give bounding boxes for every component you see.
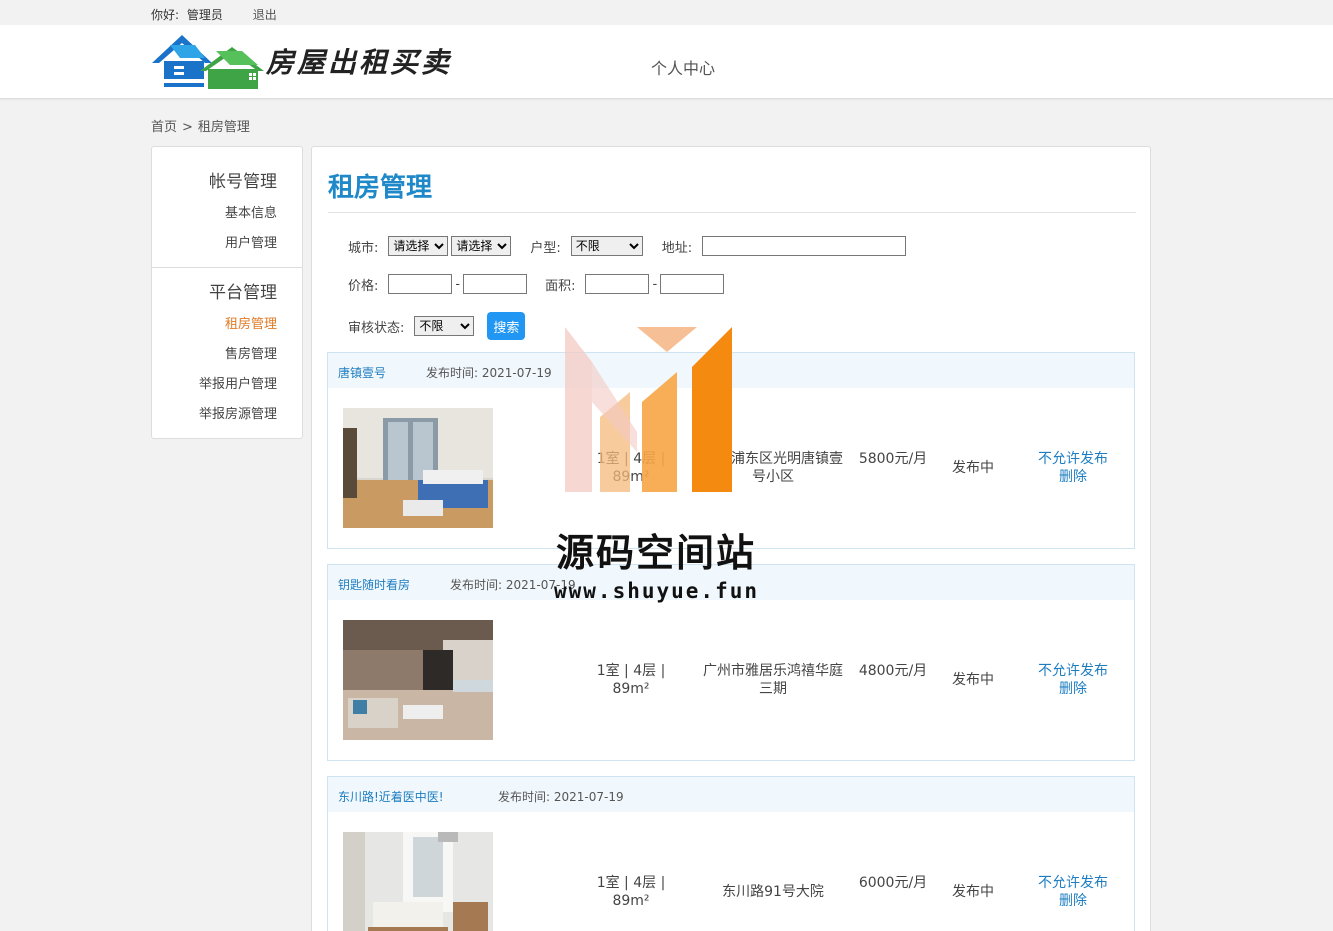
header: 房屋出租买卖 个人中心 bbox=[0, 25, 1333, 99]
listing-card: 唐镇壹号 发布时间: 2021-07-19 1室 | 4层 | 89m² 上海浦… bbox=[327, 352, 1135, 549]
listing-photo[interactable] bbox=[343, 408, 493, 528]
sidebar-item-report-listing[interactable]: 举报房源管理 bbox=[152, 400, 277, 430]
listing-card: 东川路!近着医中医! 发布时间: 2021-07-19 1室 | 4层 | 89… bbox=[327, 776, 1135, 931]
disallow-publish-link[interactable]: 不允许发布 bbox=[1028, 874, 1118, 892]
listing-room-info: 1室 | 4层 | 89m² bbox=[596, 663, 666, 697]
search-button[interactable]: 搜索 bbox=[487, 312, 526, 340]
review-status-label: 审核状态: bbox=[348, 320, 405, 336]
area-max-input[interactable] bbox=[660, 274, 725, 294]
listing-address: 上海浦东区光明唐镇壹号小区 bbox=[703, 451, 843, 485]
city-select-province[interactable]: 请选择 bbox=[388, 236, 449, 256]
title-divider bbox=[328, 212, 1136, 213]
review-status-select[interactable]: 不限 bbox=[414, 316, 475, 336]
listing-date: 发布时间: 2021-07-19 bbox=[450, 578, 576, 592]
user-name: 管理员 bbox=[186, 8, 223, 22]
sidebar-group-account: 帐号管理 基本信息 用户管理 bbox=[152, 147, 302, 268]
sidebar-group-title: 平台管理 bbox=[209, 283, 277, 303]
price-min-input[interactable] bbox=[388, 274, 453, 294]
city-label: 城市: bbox=[348, 240, 379, 256]
listing-header: 钥匙随时看房 发布时间: 2021-07-19 bbox=[328, 565, 1134, 600]
sidebar-item-rent-management[interactable]: 租房管理 bbox=[152, 310, 277, 340]
sidebar: 帐号管理 基本信息 用户管理 平台管理 租房管理 售房管理 举报用户管理 举报房… bbox=[151, 146, 303, 439]
listing-status: 发布中 bbox=[952, 884, 994, 900]
listing-photo[interactable] bbox=[343, 832, 493, 931]
breadcrumb-home[interactable]: 首页 bbox=[151, 120, 177, 135]
sidebar-group-platform: 平台管理 租房管理 售房管理 举报用户管理 举报房源管理 bbox=[152, 268, 302, 430]
listing-price: 6000元/月 bbox=[858, 875, 928, 891]
main-panel: 租房管理 城市: 请选择 请选择 户型: 不限 地址: 价格: - 面积: - … bbox=[311, 146, 1151, 931]
listing-date: 发布时间: 2021-07-19 bbox=[498, 790, 624, 804]
disallow-publish-link[interactable]: 不允许发布 bbox=[1028, 450, 1118, 468]
listing-title[interactable]: 东川路!近着医中医! bbox=[338, 788, 444, 805]
listing-actions: 不允许发布 删除 bbox=[1028, 662, 1118, 698]
breadcrumb-current: 租房管理 bbox=[197, 120, 250, 135]
breadcrumb-separator: > bbox=[182, 120, 193, 135]
delete-link[interactable]: 删除 bbox=[1028, 892, 1118, 910]
greeting-label: 你好: bbox=[151, 8, 180, 22]
listing-header: 东川路!近着医中医! 发布时间: 2021-07-19 bbox=[328, 777, 1134, 812]
address-input[interactable] bbox=[702, 236, 907, 256]
listing-actions: 不允许发布 删除 bbox=[1028, 874, 1118, 910]
sidebar-item-basic-info[interactable]: 基本信息 bbox=[152, 199, 277, 229]
sidebar-item-user-management[interactable]: 用户管理 bbox=[152, 229, 277, 259]
listing-date: 发布时间: 2021-07-19 bbox=[426, 366, 552, 380]
filter-row-1: 城市: 请选择 请选择 户型: 不限 地址: bbox=[348, 236, 907, 256]
type-select[interactable]: 不限 bbox=[570, 236, 643, 256]
listing-title[interactable]: 钥匙随时看房 bbox=[338, 576, 410, 593]
listing-price: 4800元/月 bbox=[858, 663, 928, 679]
sidebar-item-report-user[interactable]: 举报用户管理 bbox=[152, 370, 277, 400]
listing-address: 东川路91号大院 bbox=[722, 884, 824, 900]
breadcrumb: 首页 > 租房管理 bbox=[151, 116, 250, 135]
listing-price: 5800元/月 bbox=[858, 451, 928, 467]
listing-status: 发布中 bbox=[952, 672, 994, 688]
delete-link[interactable]: 删除 bbox=[1028, 468, 1118, 486]
listing-photo[interactable] bbox=[343, 620, 493, 740]
price-max-input[interactable] bbox=[463, 274, 528, 294]
nav-personal-center[interactable]: 个人中心 bbox=[651, 55, 715, 79]
listing-room-info: 1室 | 4层 | 89m² bbox=[596, 451, 666, 485]
listing-address: 广州市雅居乐鸿禧华庭三期 bbox=[703, 663, 843, 697]
sidebar-group-title: 帐号管理 bbox=[209, 172, 277, 192]
site-name: 房屋出租买卖 bbox=[266, 46, 453, 79]
sidebar-item-sale-management[interactable]: 售房管理 bbox=[152, 340, 277, 370]
area-label: 面积: bbox=[545, 278, 576, 294]
area-min-input[interactable] bbox=[585, 274, 650, 294]
page-title: 租房管理 bbox=[328, 173, 433, 203]
price-dash: - bbox=[455, 276, 461, 292]
listing-room-info: 1室 | 4层 | 89m² bbox=[596, 875, 666, 909]
price-label: 价格: bbox=[348, 278, 379, 294]
listing-header: 唐镇壹号 发布时间: 2021-07-19 bbox=[328, 353, 1134, 388]
listing-actions: 不允许发布 删除 bbox=[1028, 450, 1118, 486]
listing-status: 发布中 bbox=[952, 460, 994, 476]
filter-row-2: 价格: - 面积: - bbox=[348, 274, 725, 294]
listing-card: 钥匙随时看房 发布时间: 2021-07-19 1室 | 4层 | 89m² 广… bbox=[327, 564, 1135, 761]
type-label: 户型: bbox=[530, 240, 561, 256]
house-logo-icon[interactable] bbox=[150, 33, 276, 89]
area-dash: - bbox=[652, 276, 658, 292]
filter-row-3: 审核状态: 不限 搜索 bbox=[348, 312, 526, 340]
disallow-publish-link[interactable]: 不允许发布 bbox=[1028, 662, 1118, 680]
city-select-city[interactable]: 请选择 bbox=[451, 236, 512, 256]
top-bar: 你好: 管理员 退出 bbox=[0, 0, 1333, 25]
listing-title[interactable]: 唐镇壹号 bbox=[338, 364, 386, 381]
address-label: 地址: bbox=[661, 240, 693, 256]
delete-link[interactable]: 删除 bbox=[1028, 680, 1118, 698]
logout-link[interactable]: 退出 bbox=[253, 8, 277, 22]
